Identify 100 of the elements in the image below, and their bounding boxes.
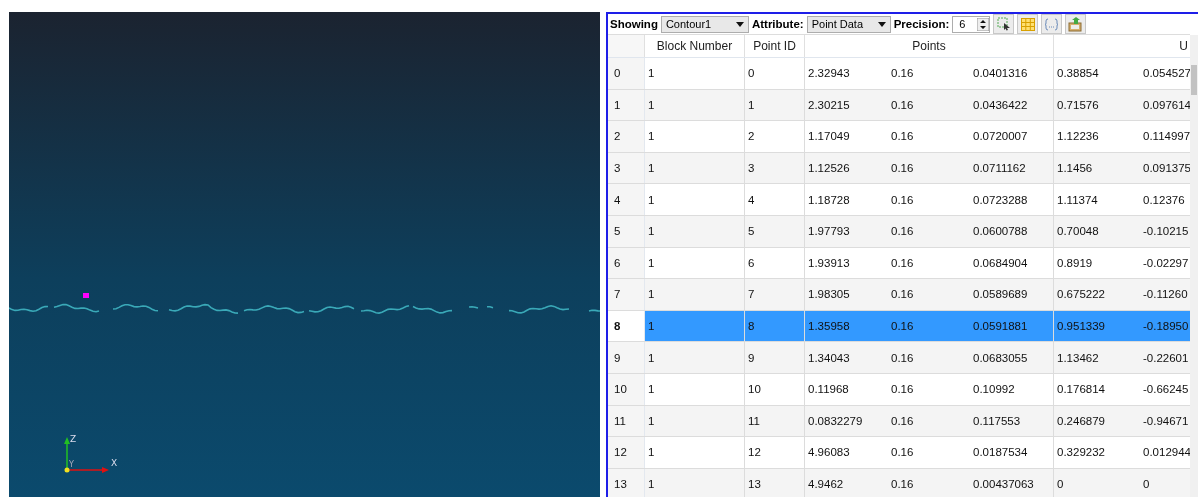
table-cell: 0.0723288: [970, 184, 1054, 215]
table-cell: 1: [645, 310, 745, 342]
table-cell: 12: [745, 437, 805, 468]
table-cell: 6: [745, 247, 805, 279]
table-row[interactable]: 12 1 12 4.96083 0.16 0.0187534 0.329232 0.012944: [608, 437, 1190, 469]
axis-label: Y: [69, 460, 74, 469]
table-cell-text: 0.0832279: [807, 413, 864, 429]
vertical-scrollbar[interactable]: [1190, 35, 1198, 497]
column-header[interactable]: Points: [888, 35, 970, 57]
table-cell-text: 1.97793: [807, 224, 851, 240]
table-cell: 13: [745, 468, 805, 497]
table-cell: 5: [745, 215, 805, 247]
cell-values-button[interactable]: [1041, 14, 1063, 34]
table-cell-text: 0.097614: [1142, 97, 1192, 113]
column-header[interactable]: U: [1140, 35, 1192, 57]
table-cell-text: 1.93913: [807, 255, 851, 271]
table-row[interactable]: 3 1 3 1.12526 0.16 0.0711162 1.1456 0.091375: [608, 152, 1190, 185]
scrollbar-thumb[interactable]: [1191, 65, 1197, 95]
precision-label: Precision:: [893, 18, 950, 30]
table-cell-text: 0.16: [890, 161, 915, 177]
table-row[interactable]: 6 1 6 1.93913 0.16 0.0684904 0.8919 -0.02297: [608, 247, 1190, 280]
table-cell-text: 1.18728: [807, 192, 851, 208]
table-cell-text: 1.13462: [1056, 350, 1100, 366]
table-cell-text: 0.054527: [1142, 66, 1192, 82]
table-cell-text: -0.94671: [1142, 413, 1190, 429]
table-row[interactable]: 2 1 2 1.17049 0.16 0.0720007 1.12236 0.114997: [608, 121, 1190, 153]
table-cell-text: 0.38854: [1056, 66, 1100, 82]
table-cell-text: 0.16: [890, 192, 915, 208]
column-header[interactable]: Block Number: [645, 35, 745, 57]
table-corner[interactable]: [608, 35, 645, 57]
selected-point-marker: [83, 293, 89, 298]
table-row[interactable]: 1 1 1 2.30215 0.16 0.0436422 0.71576 0.097614: [608, 89, 1190, 122]
table-cell-text: 0.11968: [807, 382, 850, 398]
table-row[interactable]: 9 1 9 1.34043 0.16 0.0683055 1.13462 -0.22601: [608, 342, 1190, 374]
table-row[interactable]: 13 1 13 4.9462 0.16 0.00437063 0 0: [608, 468, 1190, 497]
braces-icon: [1044, 17, 1060, 31]
table-cell: 1: [645, 247, 745, 279]
table-cell: 0.117553: [970, 405, 1054, 437]
row-index-cell: 10: [608, 373, 645, 405]
precision-spinbox[interactable]: 6: [952, 15, 991, 33]
table-cell-text: 0.12376: [1142, 192, 1186, 208]
attribute-label: Attribute:: [751, 18, 804, 30]
table-cell-text: 0.70048: [1056, 224, 1100, 240]
source-dropdown[interactable]: Contour1: [660, 15, 749, 33]
table-cell: 1: [645, 373, 745, 405]
axes-triad-drawing: [64, 437, 109, 473]
table-row[interactable]: 7 1 7 1.98305 0.16 0.0589689 0.675222 -0.11260: [608, 279, 1190, 311]
row-index-cell: 2: [608, 121, 645, 152]
table-cell-text: 0.16: [890, 97, 915, 113]
table-cell-text: 0.012944: [1142, 445, 1192, 461]
table-cell-text: 0: [1142, 477, 1151, 492]
table-cell-text: 0: [1056, 477, 1065, 492]
table-row[interactable]: 0 1 0 2.32943 0.16 0.0401316 0.38854 0.054527: [608, 58, 1190, 90]
table-cell: 0.0720007: [970, 121, 1054, 152]
table-cell: 7: [745, 279, 805, 310]
table-cell-text: -0.22601: [1142, 350, 1190, 366]
row-index-cell: 6: [608, 247, 645, 279]
attribute-dropdown[interactable]: Point Data: [806, 15, 891, 33]
table-cell-text: 0.8919: [1056, 255, 1094, 271]
table-cell: 0.00437063: [970, 468, 1054, 497]
row-index-cell: 8: [608, 310, 645, 342]
table-cell: 0.0684904: [970, 247, 1054, 279]
render-viewport[interactable]: Z Y X: [9, 12, 600, 497]
export-button[interactable]: [1065, 14, 1087, 34]
table-cell-text: 0.091375: [1142, 161, 1192, 177]
table-cell: 1: [645, 468, 745, 497]
table-cell: 0.0683055: [970, 342, 1054, 373]
table-cell-text: 1.1456: [1056, 161, 1094, 177]
table-cell: 1: [645, 184, 745, 215]
table-row[interactable]: 4 1 4 1.18728 0.16 0.0723288 1.11374 0.12376: [608, 184, 1190, 216]
table-cell-text: 0.16: [890, 413, 915, 429]
axis-label: X: [111, 458, 118, 468]
table-cell: 3: [745, 152, 805, 184]
table-cell-text: 0.16: [890, 382, 915, 398]
table-cell: 0.0591881: [970, 310, 1054, 342]
table-cell-text: 0.246879: [1056, 413, 1106, 429]
table-cell-text: 4.96083: [807, 445, 851, 461]
table-cell-text: -0.02297: [1142, 255, 1190, 271]
table-row[interactable]: 10 1 10 0.11968 0.16 0.10992 0.176814 -0.66245: [608, 373, 1190, 406]
axis-label: Z: [70, 434, 77, 444]
table-cell: 1: [645, 89, 745, 121]
table-row[interactable]: 11 1 11 0.0832279 0.16 0.117553 0.246879 -0.94671: [608, 405, 1190, 438]
select-cells-button[interactable]: [993, 14, 1015, 34]
table-cell-text: 1.11374: [1056, 192, 1099, 208]
spin-arrows-icon: [977, 17, 990, 31]
table-row[interactable]: 5 1 5 1.97793 0.16 0.0600788 0.70048 -0.10215: [608, 215, 1190, 248]
table-cell-text: 4.9462: [807, 477, 845, 492]
table-grid-icon: [1020, 17, 1035, 31]
toggle-columns-button[interactable]: [1017, 14, 1039, 34]
table-cell: 1: [645, 437, 745, 468]
column-header[interactable]: Point ID: [745, 35, 805, 57]
table-cell: 4: [745, 184, 805, 215]
table-cell-text: 2.30215: [807, 97, 851, 113]
table-row[interactable]: 8 1 8 1.35958 0.16 0.0591881 0.951339 -0.18950: [608, 310, 1190, 343]
row-index-cell: 0: [608, 58, 645, 89]
selection-cursor-icon: [996, 17, 1011, 31]
caret-icon: [877, 21, 886, 27]
table-cell-text: -0.18950: [1142, 319, 1190, 335]
table-cell: 1: [645, 215, 745, 247]
table-cell-text: 0.16: [890, 255, 915, 271]
